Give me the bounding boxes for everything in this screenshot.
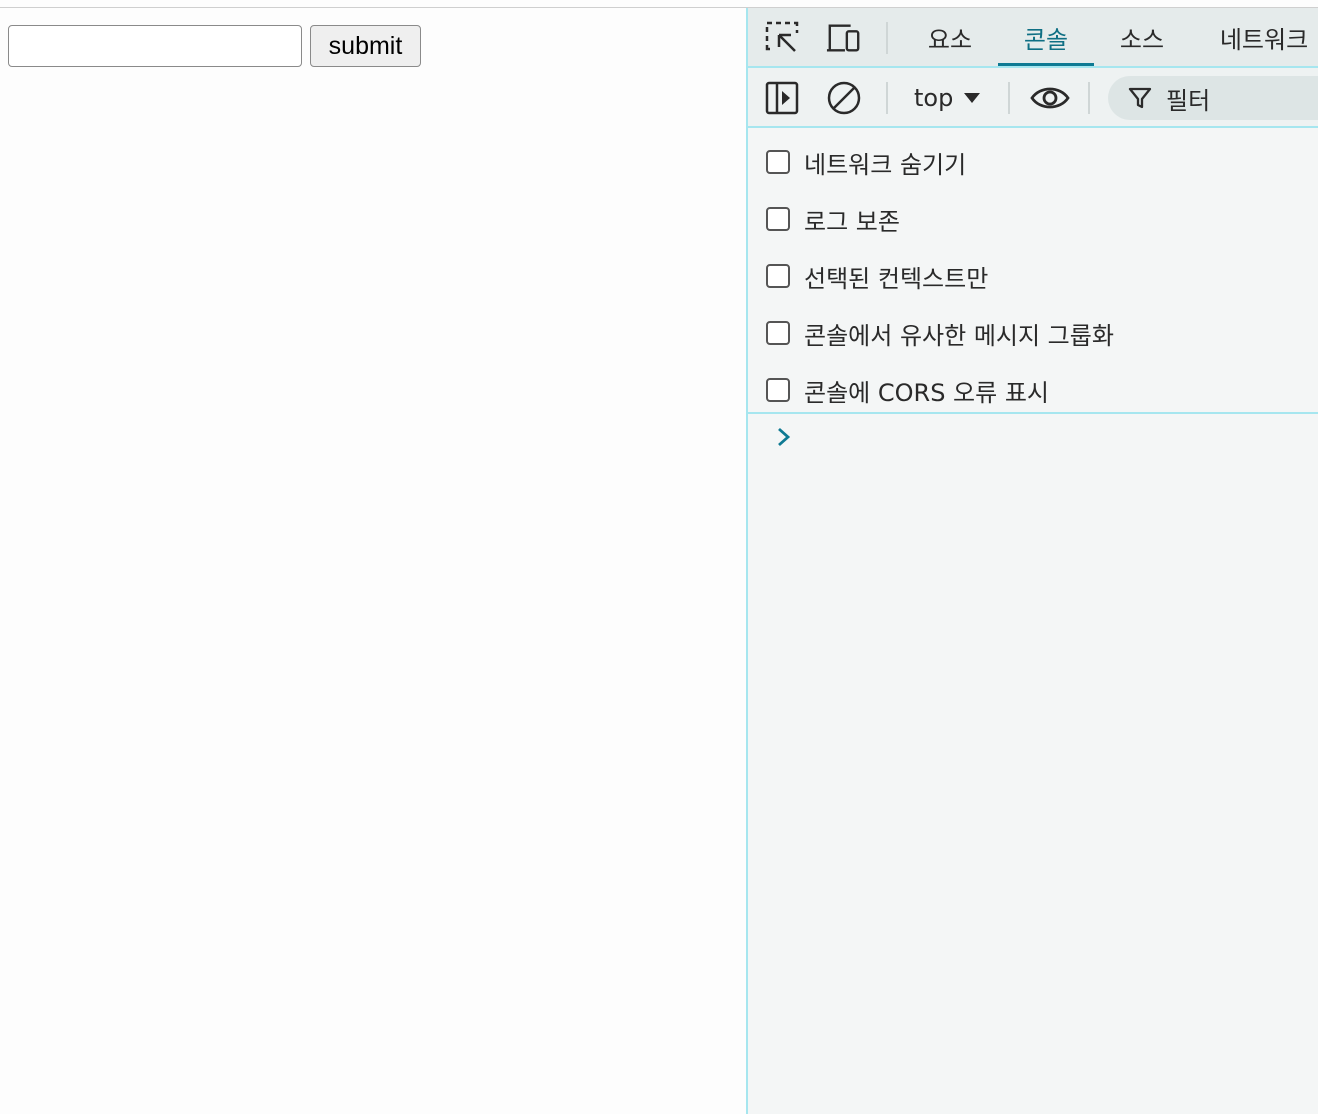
toolbar-separator [886,22,888,54]
context-selector[interactable]: top [914,78,981,118]
setting-label: 콘솔에 CORS 오류 표시 [804,378,1050,407]
group-similar-checkbox[interactable] [766,321,790,345]
preserve-log-checkbox[interactable] [766,207,790,231]
setting-group-similar[interactable]: 콘솔에서 유사한 메시지 그룹화 [766,313,1114,353]
toolbar-separator [1088,82,1090,114]
setting-preserve-log[interactable]: 로그 보존 [766,199,900,239]
inspect-element-icon[interactable] [764,20,800,56]
settings-divider [748,412,1318,414]
funnel-icon [1128,87,1152,109]
filter-input[interactable]: 필터 [1108,76,1318,120]
selected-context-checkbox[interactable] [766,264,790,288]
setting-label: 네트워크 숨기기 [804,150,967,179]
toolbar-separator [1008,82,1010,114]
hide-network-checkbox[interactable] [766,150,790,174]
setting-selected-context-only[interactable]: 선택된 컨텍스트만 [766,256,988,296]
setting-label: 로그 보존 [804,207,900,236]
setting-label: 콘솔에서 유사한 메시지 그룹화 [804,321,1114,350]
setting-label: 선택된 컨텍스트만 [804,264,989,293]
chevron-right-icon[interactable] [772,422,796,452]
text-input[interactable] [8,25,302,67]
cors-errors-checkbox[interactable] [766,378,790,402]
device-toolbar-icon[interactable] [826,20,862,56]
dropdown-triangle-icon [964,93,981,103]
console-toolbar: top 필터 [748,68,1318,128]
submit-button[interactable]: submit [310,25,421,67]
sidebar-toggle-icon[interactable] [764,80,800,116]
web-page: submit [0,8,746,1114]
clear-console-icon[interactable] [826,80,862,116]
setting-show-cors-errors[interactable]: 콘솔에 CORS 오류 표시 [766,370,1049,410]
devtools-panel: 요소 콘솔 소스 네트워크 top 필터 네트워크 숨기기 로그 보존 선택된 … [746,8,1318,1114]
devtools-tabbar: 요소 콘솔 소스 네트워크 [748,8,1318,68]
tab-elements[interactable]: 요소 [902,8,998,66]
tab-network[interactable]: 네트워크 [1208,8,1318,66]
context-label: top [914,84,954,112]
setting-hide-network[interactable]: 네트워크 숨기기 [766,142,966,182]
tab-sources[interactable]: 소스 [1094,8,1190,66]
console-settings: 네트워크 숨기기 로그 보존 선택된 컨텍스트만 콘솔에서 유사한 메시지 그룹… [748,130,1318,414]
active-tab-indicator [998,63,1094,66]
eye-icon[interactable] [1028,80,1072,116]
filter-placeholder: 필터 [1166,86,1211,115]
toolbar-separator [886,82,888,114]
tab-console[interactable]: 콘솔 [998,8,1094,66]
